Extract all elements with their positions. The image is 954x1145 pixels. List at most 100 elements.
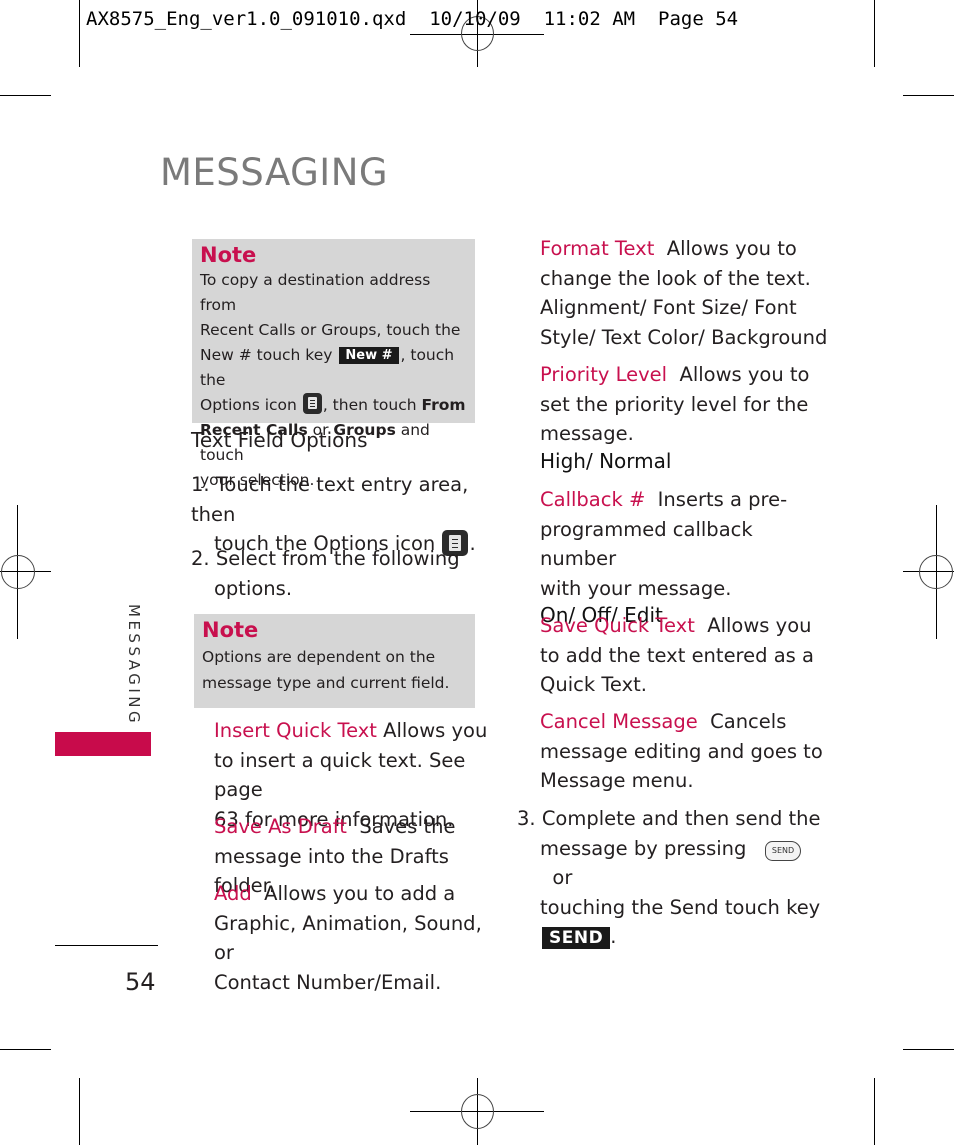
step-text: Complete and then send the <box>541 807 821 830</box>
option-line: with your message. <box>540 576 732 600</box>
option-desc: Allows you to add a <box>251 882 456 905</box>
step-2: 2. Select from the following options. <box>191 544 501 603</box>
crop-mark <box>0 1049 51 1050</box>
registration-mark <box>1 555 35 589</box>
note-line: Options are dependent on the <box>202 648 436 666</box>
step-text: or <box>552 866 573 889</box>
step-text: . <box>610 925 617 948</box>
step-number: 1. <box>191 473 210 496</box>
crop-mark <box>79 0 80 67</box>
option-term: Format Text <box>540 237 655 260</box>
option-priority-level: Priority Level Allows you to set the pri… <box>540 360 830 475</box>
registration-mark <box>461 1094 494 1129</box>
slug-page: Page 54 <box>658 8 739 30</box>
crop-mark <box>874 0 875 67</box>
note-bold-text: From <box>421 396 466 414</box>
page-title: MESSAGING <box>160 151 389 194</box>
crop-mark <box>903 95 954 96</box>
step-number: 3. <box>517 807 536 830</box>
step-text: message by pressing <box>540 836 747 860</box>
note-line: New # touch key New #, touch the <box>200 343 467 393</box>
option-format-text: Format Text Allows you to change the loo… <box>540 234 830 352</box>
option-line: set the priority level for the <box>540 392 809 416</box>
option-line: Callback # Inserts a pre- <box>540 485 830 515</box>
option-line: Insert Quick Text Allows you <box>214 716 504 746</box>
slug-date: 10/10/09 <box>429 8 521 30</box>
new-number-key-icon: New # <box>339 347 399 364</box>
step-3: 3. Complete and then send the message by… <box>517 804 827 952</box>
option-term: Priority Level <box>540 363 668 386</box>
step-line: 3. Complete and then send the <box>517 804 827 834</box>
note-line: Options icon , then touch From <box>200 393 467 418</box>
send-touch-key-icon: SEND <box>542 927 611 949</box>
option-cancel-message: Cancel Message Cancels message editing a… <box>540 707 830 796</box>
option-desc: Saves the <box>346 815 456 838</box>
print-slug: AX8575_Eng_ver1.0_091010.qxd 10/10/09 11… <box>86 8 738 30</box>
option-line: Save As Draft Saves the <box>214 812 504 842</box>
option-line: message editing and goes to <box>540 739 823 763</box>
send-hardware-key-icon: SEND <box>765 840 801 861</box>
option-desc: Allows you <box>376 719 488 742</box>
page-number: 54 <box>125 968 156 996</box>
option-line: programmed callback number <box>540 517 753 571</box>
option-term: Add <box>214 882 252 905</box>
crop-mark <box>0 95 51 96</box>
slug-time: 11:02 AM <box>543 8 636 30</box>
option-line: Contact Number/Email. <box>214 970 442 994</box>
option-term: Cancel Message <box>540 710 698 733</box>
option-term: Save As Draft <box>214 815 347 838</box>
option-desc: Cancels <box>697 710 787 733</box>
option-save-quick-text: Save Quick Text Allows you to add the te… <box>540 611 830 700</box>
note-body: To copy a destination address from Recen… <box>200 268 467 493</box>
step-line: touching the Send touch key <box>540 895 821 919</box>
option-desc: Inserts a pre- <box>645 488 788 511</box>
note-line: message type and current field. <box>202 674 450 692</box>
option-desc: Allows you to <box>667 363 810 386</box>
option-term: Save Quick Text <box>540 614 695 637</box>
note-text: New # touch key <box>200 346 333 364</box>
section-heading: Text Field Options <box>191 428 368 452</box>
step-line: message by pressing SEND or <box>517 834 827 893</box>
note-line: Recent Calls or Groups, touch the <box>200 321 461 339</box>
note-text: , then touch <box>322 396 417 414</box>
option-add: Add Allows you to add a Graphic, Animati… <box>214 879 504 997</box>
options-icon <box>302 393 322 414</box>
option-line: Message menu. <box>540 769 694 792</box>
crop-mark <box>79 1078 80 1145</box>
step-text: Select from the following <box>215 547 460 570</box>
option-line: Format Text Allows you to <box>540 234 830 264</box>
slug-filename: AX8575_Eng_ver1.0_091010.qxd <box>86 8 407 30</box>
crop-mark <box>874 1078 875 1145</box>
option-line: Quick Text. <box>540 673 647 696</box>
note-title: Note <box>202 618 259 642</box>
step-text: Touch the text entry area, then <box>191 473 469 526</box>
step-line: options. <box>214 576 293 600</box>
option-line: Save Quick Text Allows you <box>540 611 830 641</box>
footer-rule <box>55 945 158 946</box>
option-callback-number: Callback # Inserts a pre- programmed cal… <box>540 485 830 629</box>
option-line: Style/ Text Color/ Background <box>540 325 828 349</box>
crop-mark <box>903 1049 954 1050</box>
side-tab-label: MESSAGING <box>125 604 143 727</box>
option-term: Callback # <box>540 488 646 511</box>
option-line: change the look of the text. <box>540 266 811 290</box>
option-line: Graphic, Animation, Sound, or <box>214 911 482 965</box>
option-term: Insert Quick Text <box>214 719 377 742</box>
option-desc: Allows you <box>694 614 812 637</box>
option-line: Cancel Message Cancels <box>540 707 830 737</box>
note-text: Options icon <box>200 396 297 414</box>
side-tab-accent-bar <box>55 732 151 756</box>
option-line: to add the text entered as a <box>540 643 814 667</box>
option-values: High/ Normal <box>540 448 672 473</box>
registration-mark <box>919 555 953 589</box>
option-line: to insert a quick text. See page <box>214 748 466 802</box>
option-line: Alignment/ Font Size/ Font <box>540 296 797 319</box>
note-body: Options are dependent on the message typ… <box>202 644 467 696</box>
step-line: SEND. <box>517 922 827 952</box>
step-number: 2. <box>191 547 210 570</box>
step-line: 2. Select from the following <box>191 544 501 574</box>
note-line: To copy a destination address from <box>200 271 431 314</box>
option-desc: Allows you to <box>654 237 797 260</box>
option-line: Priority Level Allows you to <box>540 360 830 390</box>
step-line: 1. Touch the text entry area, then <box>191 470 501 529</box>
